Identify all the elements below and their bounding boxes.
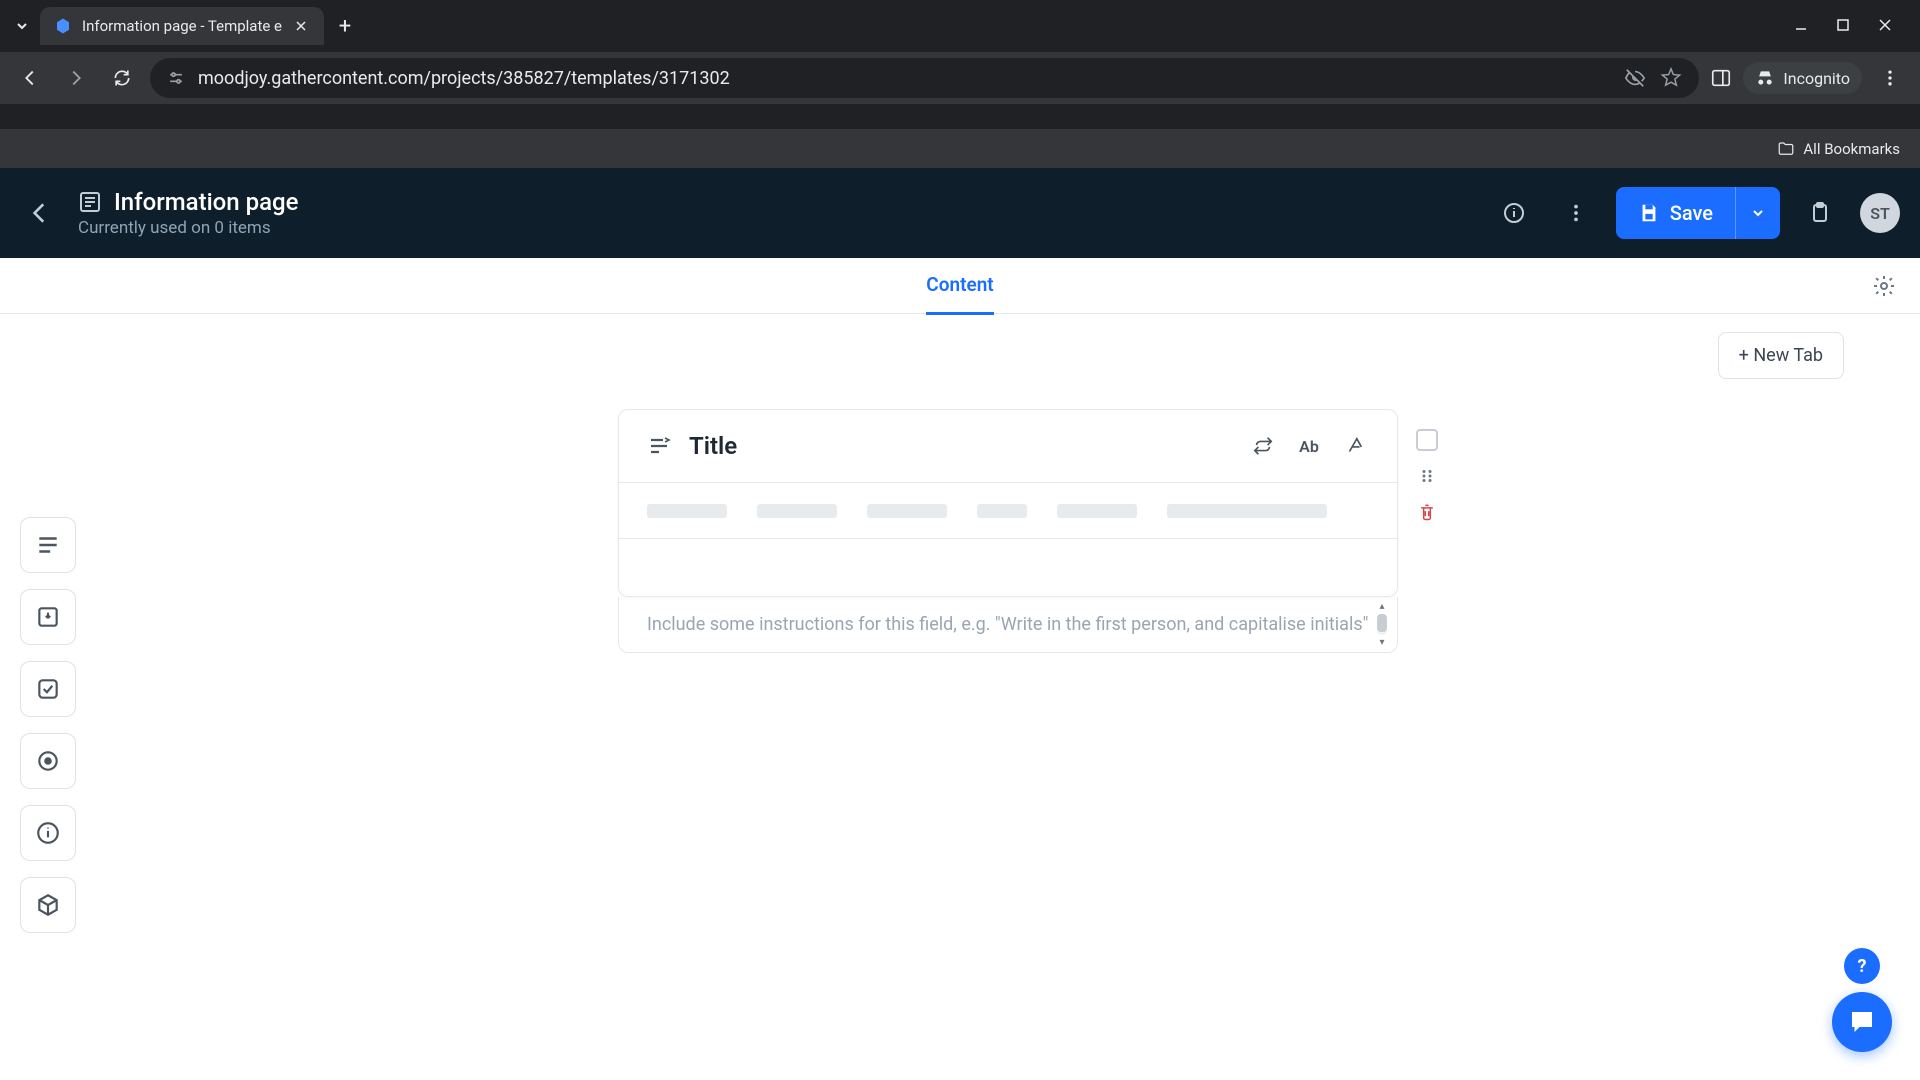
delete-field-button[interactable] [1416,501,1438,523]
url-input[interactable]: moodjoy.gathercontent.com/projects/38582… [150,58,1699,98]
favicon-icon [54,17,72,35]
scroll-down-icon[interactable]: ▾ [1379,637,1384,648]
tool-guideline[interactable] [20,805,76,861]
window-controls [1794,17,1912,36]
skeleton [647,504,727,518]
left-toolbar [0,397,96,933]
help-badge-label: ? [1858,956,1867,977]
formatting-toggle-icon[interactable] [1341,432,1369,460]
tool-radio[interactable] [20,733,76,789]
forward-icon[interactable] [58,60,94,96]
text-field-icon [647,434,671,458]
reload-icon[interactable] [104,60,140,96]
help-button[interactable]: ? [1844,948,1880,984]
canvas: Title Ab [96,397,1920,933]
user-avatar[interactable]: ST [1860,193,1900,233]
tab-close-icon[interactable] [292,17,310,35]
tool-attachment[interactable] [20,589,76,645]
folder-icon [1777,140,1795,158]
skeleton [1167,504,1327,518]
more-options-button[interactable] [1554,191,1598,235]
instruction-placeholder: Include some instructions for this field… [647,611,1369,638]
duplicate-field-button[interactable] [1416,429,1438,451]
field-body[interactable] [619,538,1397,596]
content-tab-bar: Content [0,258,1920,314]
editor-toolbar [619,482,1397,538]
site-settings-icon[interactable] [166,68,186,88]
save-button-group: Save [1616,187,1780,239]
save-label: Save [1670,201,1713,225]
tab-content-label: Content [926,273,993,296]
back-icon[interactable] [12,60,48,96]
field-card[interactable]: Title Ab [618,409,1398,597]
save-button[interactable]: Save [1616,187,1735,239]
app-header: Information page Currently used on 0 ite… [0,168,1920,258]
save-icon [1638,202,1660,224]
field-side-actions [1416,429,1438,523]
chat-launcher[interactable] [1832,992,1892,1052]
field-title[interactable]: Title [689,432,737,460]
url-text: moodjoy.gathercontent.com/projects/38582… [198,68,1611,89]
all-bookmarks-label: All Bookmarks [1803,140,1900,158]
tool-component[interactable] [20,877,76,933]
help-widget: ? [1832,948,1892,1052]
minimize-icon[interactable] [1794,17,1808,36]
back-button[interactable] [20,193,60,233]
bookmark-star-icon[interactable] [1659,66,1683,90]
page-title: Information page [114,188,299,216]
tab-bar: Information page - Template e + [0,0,1920,52]
save-dropdown[interactable] [1735,187,1780,239]
drag-handle-icon[interactable] [1416,465,1438,487]
page-subtitle: Currently used on 0 items [78,218,299,238]
instruction-input[interactable]: Include some instructions for this field… [618,597,1398,653]
tab-content[interactable]: Content [926,257,993,315]
title-block: Information page Currently used on 0 ite… [78,188,299,238]
scroll-up-icon[interactable]: ▴ [1379,601,1384,612]
tab-settings-button[interactable] [1868,270,1900,302]
plain-text-toggle[interactable]: Ab [1295,432,1323,460]
skeleton [977,504,1027,518]
skeleton [1057,504,1137,518]
browser-chrome: Information page - Template e + moodjoy.… [0,0,1920,128]
close-window-icon[interactable] [1878,17,1892,36]
instruction-scrollbar[interactable]: ▴ ▾ [1373,601,1391,648]
ab-label: Ab [1299,437,1319,456]
browser-tab[interactable]: Information page - Template e [40,7,324,45]
tab-title: Information page - Template e [82,17,282,35]
tab-search-dropdown[interactable] [8,12,36,40]
new-tab-label: + New Tab [1739,345,1823,366]
clipboard-button[interactable] [1798,191,1842,235]
browser-menu-icon[interactable] [1872,60,1908,96]
template-icon [78,190,102,214]
avatar-initials: ST [1870,204,1890,223]
new-tab-button[interactable]: + New Tab [1718,332,1844,379]
tool-text-field[interactable] [20,517,76,573]
tool-checkbox[interactable] [20,661,76,717]
eye-off-icon[interactable] [1623,66,1647,90]
chat-icon [1847,1007,1877,1037]
repeatable-toggle-icon[interactable] [1249,432,1277,460]
maximize-icon[interactable] [1836,17,1850,36]
new-tab-row: + New Tab [0,314,1920,397]
bookmarks-bar: All Bookmarks [0,128,1920,168]
address-bar: moodjoy.gathercontent.com/projects/38582… [0,52,1920,104]
incognito-icon [1755,68,1775,88]
main-area: Title Ab [0,397,1920,933]
side-panel-icon[interactable] [1709,66,1733,90]
skeleton [867,504,947,518]
info-button[interactable] [1492,191,1536,235]
incognito-label: Incognito [1783,69,1850,88]
skeleton [757,504,837,518]
all-bookmarks-button[interactable]: All Bookmarks [1777,140,1900,158]
incognito-badge[interactable]: Incognito [1743,62,1862,94]
new-browser-tab-button[interactable]: + [328,9,362,43]
field-header: Title Ab [619,410,1397,482]
